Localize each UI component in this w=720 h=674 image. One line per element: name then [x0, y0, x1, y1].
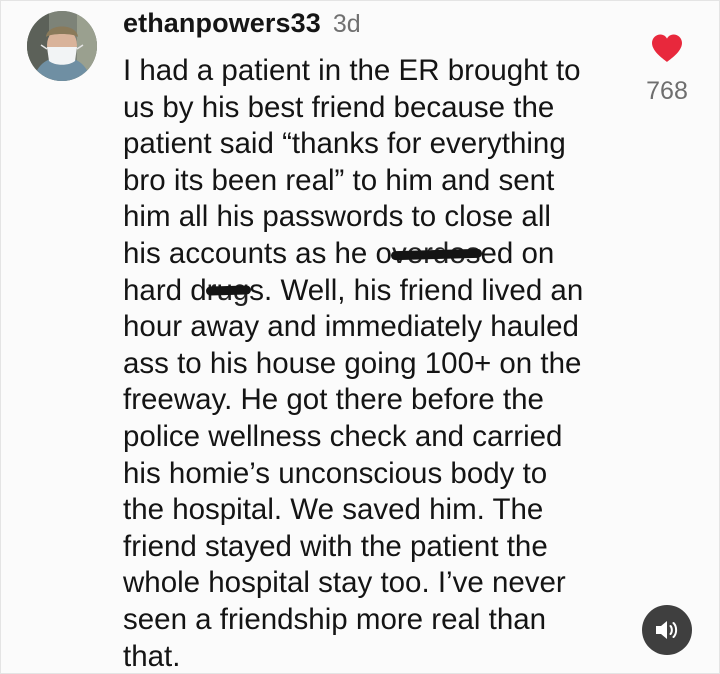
comment-text-segment: s. Well, his friend lived an hour away a…: [123, 273, 584, 673]
avatar[interactable]: [27, 11, 97, 81]
comment-card: ethanpowers33 3d I had a patient in the …: [0, 0, 720, 674]
like-count: 768: [646, 77, 688, 105]
comment-timestamp: 3d: [332, 10, 361, 38]
profile-photo-icon: [27, 11, 97, 81]
redacted-word: verdos: [392, 236, 481, 273]
sound-toggle-button[interactable]: [642, 605, 692, 655]
speaker-icon: [656, 621, 678, 639]
heart-icon[interactable]: [650, 33, 684, 63]
username-link[interactable]: ethanpowers33: [123, 8, 321, 39]
comment-text: I had a patient in the ER brought to us …: [123, 53, 623, 674]
redacted-word: rug: [207, 273, 250, 310]
comment-header: ethanpowers33 3d: [123, 8, 361, 44]
like-control: 768: [633, 33, 701, 106]
